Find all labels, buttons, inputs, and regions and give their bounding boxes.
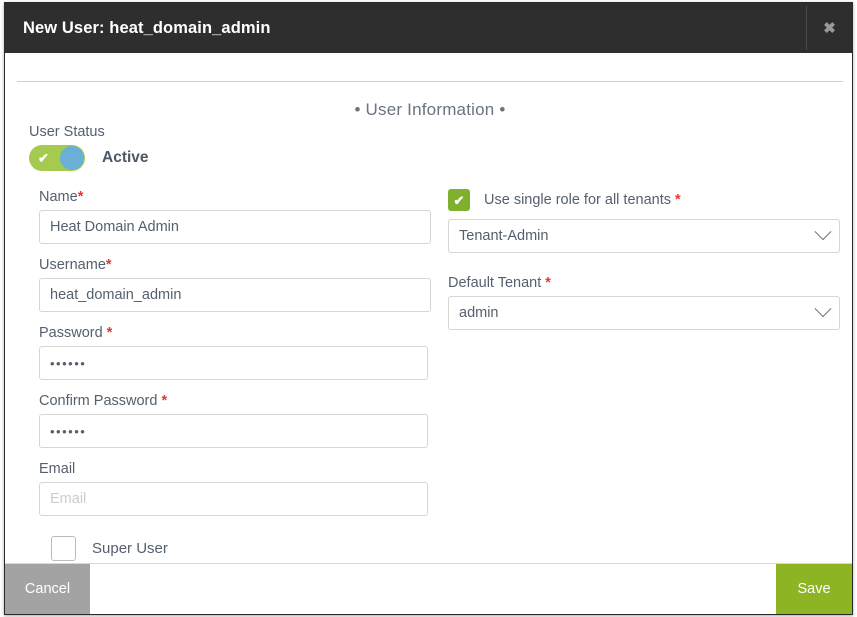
default-tenant-select[interactable]: admin	[448, 296, 840, 330]
super-user-row: Super User	[39, 536, 431, 561]
required-asterisk: *	[77, 189, 84, 205]
single-role-row: ✔ Use single role for all tenants *	[448, 189, 840, 211]
username-label: Username*	[39, 257, 431, 273]
name-input[interactable]	[39, 210, 431, 244]
single-role-label: Use single role for all tenants *	[484, 192, 681, 208]
section-heading: • User Information •	[354, 100, 506, 119]
default-tenant-label-text: Default Tenant	[448, 275, 542, 291]
default-tenant-group: Default Tenant * admin	[448, 275, 840, 330]
name-label-text: Name	[39, 189, 78, 205]
confirm-password-field-group: Confirm Password *	[39, 393, 431, 448]
chevron-down-icon	[814, 223, 832, 241]
email-field-group: Email	[39, 461, 431, 516]
confirm-password-input[interactable]	[39, 414, 428, 448]
name-field-group: Name*	[39, 189, 431, 244]
required-asterisk: *	[675, 192, 681, 208]
username-field-group: Username*	[39, 257, 431, 312]
super-user-label: Super User	[92, 540, 168, 557]
user-status-label: User Status	[29, 124, 105, 140]
default-tenant-label: Default Tenant *	[448, 275, 840, 291]
password-field-group: Password *	[39, 325, 431, 380]
right-column: ✔ Use single role for all tenants * Tenan…	[431, 189, 840, 561]
user-status-toggle[interactable]: ✔	[29, 145, 85, 171]
username-input[interactable]	[39, 278, 431, 312]
user-status-value: Active	[102, 149, 149, 166]
save-button[interactable]: Save	[776, 564, 852, 614]
confirm-password-label-text: Confirm Password	[39, 393, 158, 409]
cancel-button[interactable]: Cancel	[5, 564, 90, 614]
dialog-body: • User Information • User Status ✔ Activ…	[5, 53, 852, 563]
role-select-group: Tenant-Admin	[448, 219, 840, 253]
required-asterisk: *	[545, 275, 551, 291]
role-select-value: Tenant-Admin	[459, 228, 549, 244]
dialog-titlebar: New User: heat_domain_admin ✖	[5, 3, 852, 53]
super-user-checkbox[interactable]	[51, 536, 76, 561]
username-label-text: Username	[39, 257, 106, 273]
role-select[interactable]: Tenant-Admin	[448, 219, 840, 253]
close-icon[interactable]: ✖	[807, 3, 852, 53]
toggle-knob	[60, 146, 84, 170]
dialog-footer: Cancel Save	[5, 563, 852, 614]
user-status-block: User Status ✔ Active	[17, 124, 843, 171]
content-panel: • User Information • User Status ✔ Activ…	[17, 81, 843, 563]
dialog-title: New User: heat_domain_admin	[23, 18, 271, 37]
required-asterisk: *	[105, 257, 112, 273]
email-input[interactable]	[39, 482, 428, 516]
password-label-text: Password	[39, 325, 103, 341]
password-label: Password *	[39, 325, 431, 341]
form-columns: Name* Username* Password* Confirm Passwo…	[17, 189, 843, 561]
email-label: Email	[39, 461, 76, 477]
single-role-checkbox[interactable]: ✔	[448, 189, 470, 211]
confirm-password-label: Confirm Password *	[39, 393, 431, 409]
password-input[interactable]	[39, 346, 428, 380]
left-column: Name* Username* Password* Confirm Passwo…	[27, 189, 431, 561]
chevron-down-icon	[814, 300, 832, 318]
required-asterisk: *	[106, 325, 113, 341]
new-user-dialog: New User: heat_domain_admin ✖ • User Inf…	[4, 2, 853, 615]
default-tenant-value: admin	[459, 305, 499, 321]
user-status-row: ✔ Active	[29, 145, 843, 171]
name-label: Name*	[39, 189, 431, 205]
single-role-label-text: Use single role for all tenants	[484, 192, 671, 208]
check-icon: ✔	[38, 150, 49, 166]
required-asterisk: *	[161, 393, 168, 409]
